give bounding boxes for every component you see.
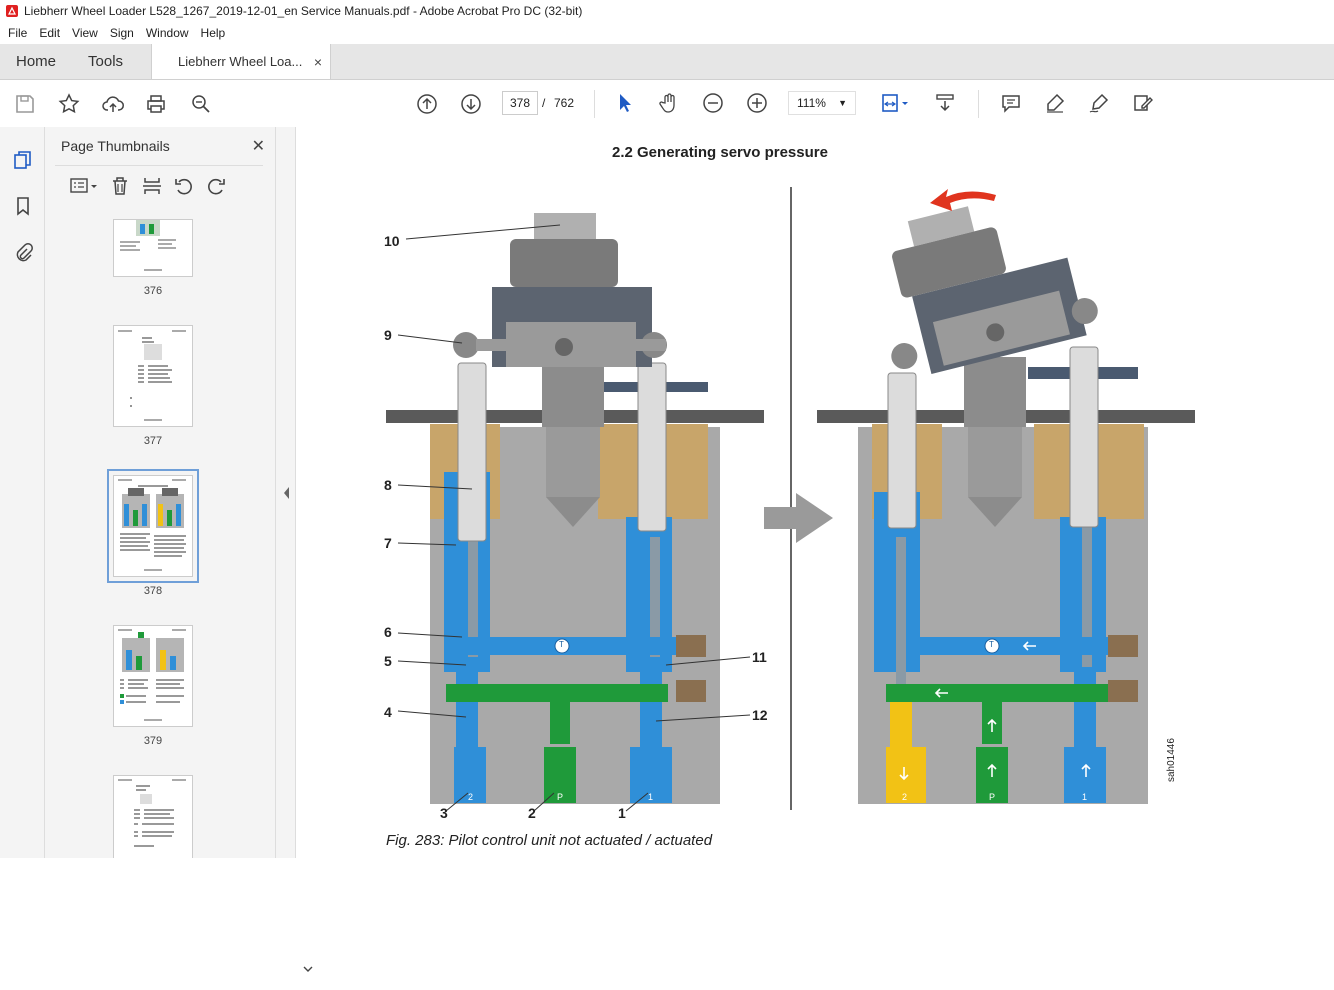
tab-tools[interactable]: Tools [72,44,139,79]
edit-document-icon[interactable] [1128,88,1158,118]
panel-collapse-strip[interactable] [276,127,296,858]
thumbnail-label: 378 [143,585,163,597]
highlight-pen-icon[interactable] [1040,88,1070,118]
port-mark: T [989,640,994,649]
callout-label: 11 [752,649,767,665]
callout-label: 6 [384,624,392,640]
previous-page-icon[interactable] [412,89,442,119]
page-thumbnail-selected[interactable] [107,469,199,583]
comment-icon[interactable] [996,88,1026,118]
section-heading: 2.2 Generating servo pressure [612,144,828,161]
menu-bar: File Edit View Sign Window Help [0,22,1334,44]
scroll-mode-icon[interactable] [930,88,960,118]
page-number-input[interactable]: 378 [502,91,538,115]
callout-label: 10 [384,233,400,249]
left-navigation-rail [0,127,45,858]
port-mark: T [559,640,564,649]
page-thumbnails-panel: Page Thumbnails ✕ 376 377 378 379 [45,127,313,972]
chevron-down-icon: ▼ [838,98,847,108]
hand-tool-icon[interactable] [654,88,684,118]
menu-edit[interactable]: Edit [33,26,66,40]
thumbnail-label: 379 [143,735,163,747]
close-tab-icon[interactable]: × [314,54,322,70]
print-icon[interactable] [141,89,171,119]
menu-view[interactable]: View [66,26,104,40]
thumbnail-label: 377 [143,435,163,447]
page-thumbnail[interactable] [113,219,193,277]
zoom-level-dropdown[interactable]: 111% ▼ [788,91,856,115]
menu-help[interactable]: Help [195,26,232,40]
callout-label: 3 [440,805,448,821]
page-total: 762 [554,96,575,110]
search-zoom-icon[interactable] [186,89,216,119]
servo-pressure-figure [386,187,1195,812]
callout-label: 1 [618,805,626,821]
pilot-unit-actuated [817,189,1195,804]
drawing-reference-stamp: sah01446 [1166,738,1177,782]
window-titlebar: Liebherr Wheel Loader L528_1267_2019-12-… [0,0,1334,22]
rotate-counterclockwise-icon[interactable] [173,175,195,197]
callout-label: 4 [384,704,392,720]
attachments-paperclip-icon[interactable] [10,239,36,265]
page-thumbnail[interactable] [113,325,193,427]
page-thumbnail[interactable] [113,625,193,727]
zoom-out-icon[interactable] [698,88,728,118]
bookmark-star-icon[interactable] [54,89,84,119]
zoom-in-icon[interactable] [742,88,772,118]
delete-page-icon[interactable] [109,175,131,197]
tab-document[interactable]: Liebherr Wheel Loa... × [151,44,332,79]
port-mark: 1 [648,792,654,802]
menu-sign[interactable]: Sign [104,26,140,40]
sign-pen-icon[interactable] [1084,88,1114,118]
port-mark: 2 [902,792,908,802]
callout-label: 2 [528,805,536,821]
thumbnail-label: 376 [143,285,163,297]
thumbnail-list: 376 377 378 379 [45,219,255,858]
menu-file[interactable]: File [2,26,33,40]
rotate-clockwise-icon[interactable] [205,175,227,197]
fit-page-icon[interactable] [876,88,916,118]
acrobat-app-icon [6,5,18,17]
options-menu-icon[interactable] [69,176,99,196]
toolbar-divider [978,90,979,118]
upload-cloud-icon[interactable] [98,89,128,119]
page-separator: / [542,96,546,110]
callout-label: 7 [384,535,392,551]
save-icon[interactable] [10,89,40,119]
window-title: Liebherr Wheel Loader L528_1267_2019-12-… [24,4,583,18]
bookmarks-icon[interactable] [10,193,36,219]
figure-caption: Fig. 283: Pilot control unit not actuate… [386,832,713,849]
menu-window[interactable]: Window [140,26,195,40]
close-panel-icon[interactable]: ✕ [252,136,265,156]
tab-home[interactable]: Home [0,44,72,79]
tab-bar: Home Tools Liebherr Wheel Loa... × [0,44,1334,80]
callout-label: 12 [752,707,768,723]
tab-document-label: Liebherr Wheel Loa... [178,54,303,69]
next-page-icon[interactable] [456,89,486,119]
port-mark: P [989,792,996,802]
callout-label: 9 [384,327,392,343]
page-thumbnail[interactable] [113,775,193,858]
port-mark: 2 [468,792,474,802]
callout-label: 8 [384,477,392,493]
port-mark: 1 [1082,792,1088,802]
extract-page-icon[interactable] [141,175,163,197]
toolbar-divider [594,90,595,118]
panel-title: Page Thumbnails [61,138,170,154]
port-mark: P [557,792,564,802]
zoom-level-value: 111% [797,96,826,110]
transition-arrow [764,493,833,543]
select-cursor-icon[interactable] [610,88,640,118]
document-view[interactable]: 10 9 8 7 6 5 4 3 2 1 11 12 2 P 1 T 2 P 1… [296,127,1334,858]
panel-toolbar [55,165,263,205]
page-thumbnails-icon[interactable] [10,147,36,173]
callout-label: 5 [384,653,392,669]
